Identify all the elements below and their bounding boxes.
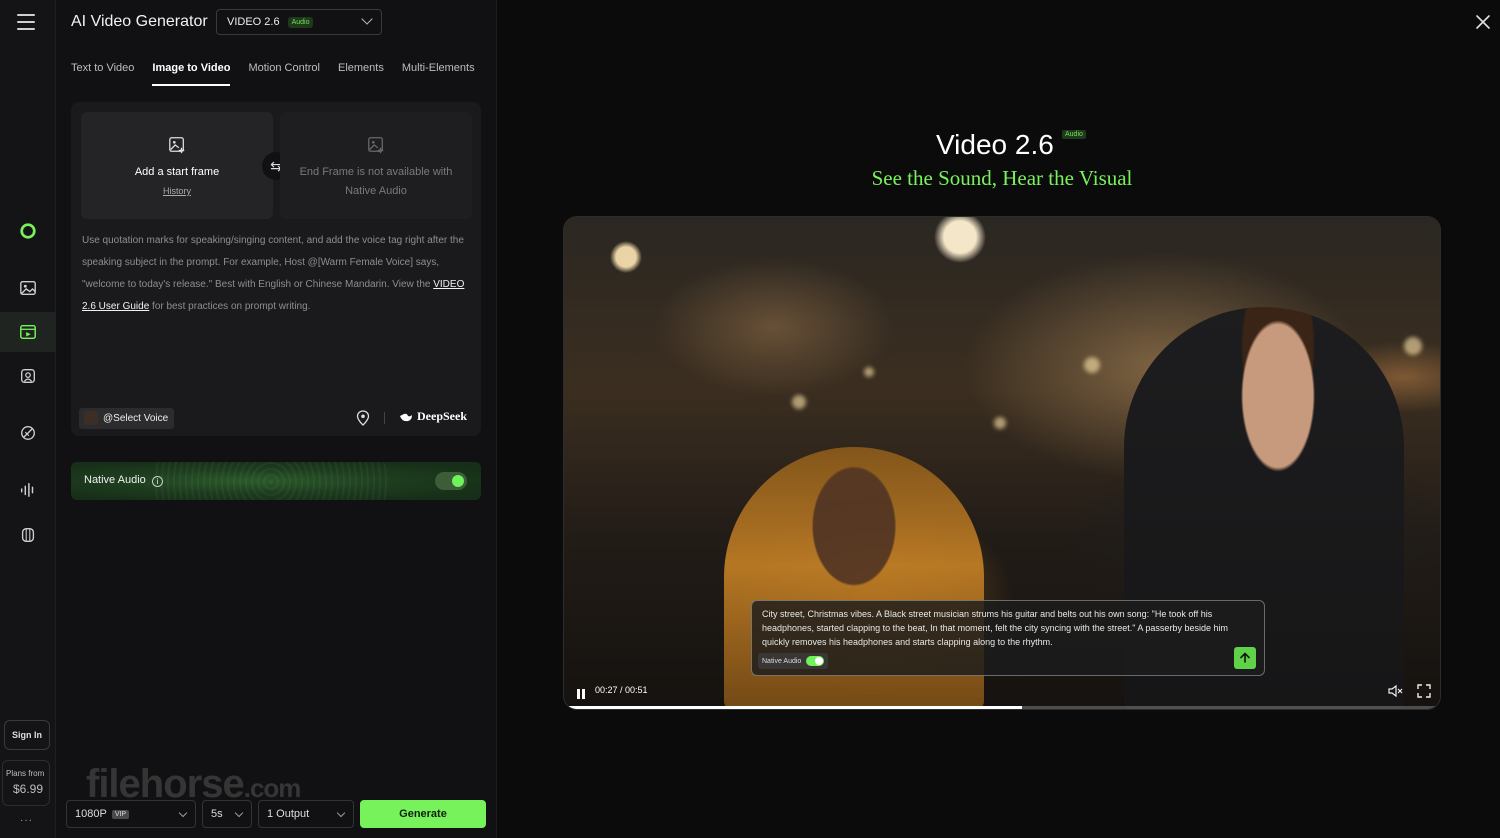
mode-tabs: Text to Video Image to Video Motion Cont… <box>71 62 493 88</box>
effects-icon[interactable] <box>0 413 56 453</box>
bokeh-light <box>864 367 874 377</box>
output-count-value: 1 Output <box>267 808 310 820</box>
audio-badge: Audio <box>287 16 314 28</box>
chevron-down-icon <box>178 808 188 818</box>
progress-bar[interactable] <box>564 706 1440 709</box>
deepseek-label: DeepSeek <box>417 409 467 423</box>
player-controls: 00:27 / 00:51 <box>564 679 1440 709</box>
bokeh-light <box>792 395 806 409</box>
start-frame-upload[interactable]: Add a start frame History <box>81 112 273 219</box>
duration-select[interactable]: 5s <box>202 800 252 828</box>
tab-elements[interactable]: Elements <box>338 62 384 86</box>
native-audio-bar: Native Audio i <box>71 462 481 500</box>
send-button[interactable] <box>1234 647 1256 669</box>
prompt-hint[interactable]: Use quotation marks for speaking/singing… <box>82 230 474 318</box>
plans-price: $6.99 <box>13 782 44 796</box>
end-frame-upload: End Frame is not available with Native A… <box>280 112 472 219</box>
logo-icon[interactable] <box>0 211 56 251</box>
avatar-icon[interactable] <box>0 356 56 396</box>
voice-icon <box>84 411 98 425</box>
model-label: VIDEO 2.6 <box>227 16 280 28</box>
assets-icon[interactable] <box>0 515 56 555</box>
bokeh-light <box>994 417 1006 429</box>
close-icon[interactable] <box>1474 13 1492 31</box>
native-audio-label: Native Audio i <box>84 474 163 487</box>
divider <box>384 412 385 424</box>
generator-panel: AI Video Generator VIDEO 2.6 Audio Text … <box>56 0 497 838</box>
location-pin-icon[interactable] <box>356 410 370 426</box>
mini-toggle[interactable] <box>806 656 825 666</box>
info-icon[interactable]: i <box>151 476 163 487</box>
add-image-icon <box>169 137 185 154</box>
native-audio-toggle[interactable] <box>435 472 467 490</box>
native-audio-text: Native Audio <box>84 474 146 486</box>
hero-title: Video 2.6 <box>936 129 1054 160</box>
bokeh-light <box>1404 337 1422 355</box>
video-icon[interactable] <box>0 312 56 352</box>
fullscreen-icon[interactable] <box>1416 683 1432 699</box>
add-image-icon <box>368 137 384 154</box>
chevron-down-icon <box>361 13 373 25</box>
watermark-suffix: .com <box>243 773 302 803</box>
deepseek-button[interactable]: DeepSeek <box>399 409 467 424</box>
tab-image-to-video[interactable]: Image to Video <box>152 62 231 86</box>
select-voice-label: @Select Voice <box>103 413 169 424</box>
tab-text-to-video[interactable]: Text to Video <box>71 62 134 86</box>
output-count-select[interactable]: 1 Output <box>258 800 354 828</box>
resolution-value: 1080P <box>75 808 107 820</box>
hero-subtitle: See the Sound, Hear the Visual <box>871 166 1133 190</box>
select-voice-button[interactable]: @Select Voice <box>79 408 175 429</box>
duration-value: 5s <box>211 808 223 820</box>
toggle-knob <box>452 475 464 487</box>
whale-icon <box>400 413 412 421</box>
model-select[interactable]: VIDEO 2.6 Audio <box>216 9 382 35</box>
vip-badge: VIP <box>111 809 130 819</box>
video-native-audio-label: Native Audio <box>762 657 802 665</box>
tab-multi-elements[interactable]: Multi-Elements <box>402 62 475 86</box>
left-rail: Sign In Plans from $6.99 ··· <box>0 0 56 838</box>
generate-bar: 1080P VIP 5s 1 Output Generate <box>66 800 496 828</box>
plans-button[interactable]: Plans from $6.99 <box>2 760 50 806</box>
prompt-editor: Add a start frame History ⇆ End Frame is… <box>71 102 481 436</box>
more-icon[interactable]: ··· <box>20 815 33 826</box>
chevron-down-icon <box>234 808 244 818</box>
decorative-rings <box>151 462 391 500</box>
bokeh-light <box>1084 357 1100 373</box>
video-native-audio-chip[interactable]: Native Audio <box>758 653 829 669</box>
end-frame-label: End Frame is not available with Native A… <box>299 166 453 197</box>
hint-suffix: for best practices on prompt writing. <box>149 301 311 312</box>
timecode: 00:27 / 00:51 <box>595 685 648 695</box>
audio-icon[interactable] <box>0 470 56 510</box>
sign-in-button[interactable]: Sign In <box>4 720 50 750</box>
progress-fill <box>564 706 1023 709</box>
hero-audio-badge: Audio <box>1062 130 1086 139</box>
plans-label: Plans from <box>6 769 45 778</box>
menu-icon[interactable] <box>17 14 35 30</box>
chevron-down-icon <box>336 808 346 818</box>
video-player[interactable]: City street, Christmas vibes. A Black st… <box>563 216 1441 710</box>
hint-text: Use quotation marks for speaking/singing… <box>82 235 464 290</box>
history-link[interactable]: History <box>81 186 273 196</box>
tab-motion-control[interactable]: Motion Control <box>248 62 320 86</box>
video-prompt-text: City street, Christmas vibes. A Black st… <box>762 609 1228 647</box>
start-frame-label: Add a start frame <box>134 166 220 178</box>
video-prompt-box: City street, Christmas vibes. A Black st… <box>751 600 1265 676</box>
generate-button[interactable]: Generate <box>360 800 486 828</box>
image-icon[interactable] <box>0 268 56 308</box>
page-title: AI Video Generator <box>71 13 208 30</box>
resolution-select[interactable]: 1080P VIP <box>66 800 196 828</box>
pause-icon[interactable] <box>577 686 587 699</box>
arrow-up-icon <box>1240 652 1250 663</box>
mute-icon[interactable] <box>1387 683 1403 699</box>
